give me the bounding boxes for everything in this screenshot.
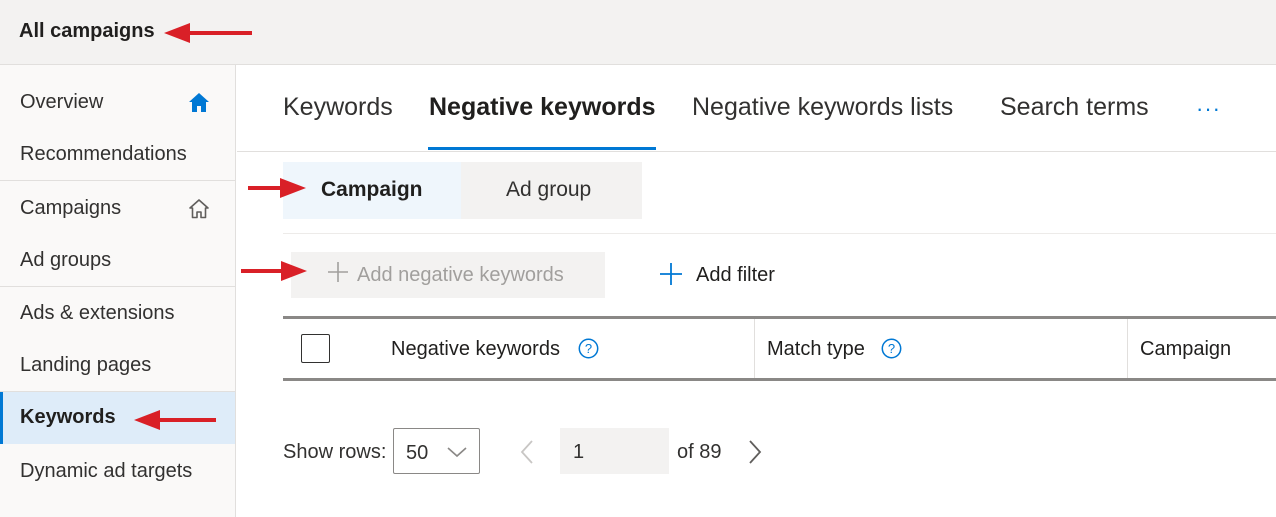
sidebar-divider <box>0 180 235 181</box>
tab-negative-keywords-lists[interactable]: Negative keywords lists <box>692 93 953 122</box>
column-header-match-type[interactable]: Match type <box>767 338 865 361</box>
page-number-input[interactable]: 1 <box>560 428 669 474</box>
home-filled-icon <box>189 93 209 112</box>
sidebar-item-label: Campaigns <box>20 197 122 219</box>
toggle-ad-group-level[interactable]: Ad group <box>461 162 642 219</box>
annotation-arrow-icon <box>248 178 306 198</box>
active-tab-indicator <box>428 147 656 150</box>
tab-search-terms[interactable]: Search terms <box>1000 93 1149 122</box>
table-header-bottom-border <box>283 378 1276 381</box>
sidebar-item-overview[interactable]: Overview <box>0 77 235 129</box>
sidebar-nav: Overview Recommendations Campaigns Ad gr… <box>0 65 236 517</box>
plus-icon <box>328 262 348 282</box>
sidebar-item-label: Recommendations <box>20 143 187 165</box>
plus-icon <box>660 263 682 285</box>
rows-per-page-value: 50 <box>406 442 429 464</box>
add-negative-keywords-button[interactable]: Add negative keywords <box>291 252 605 298</box>
total-pages-label: of 89 <box>677 441 722 463</box>
sidebar-item-ads-extensions[interactable]: Ads & extensions <box>0 288 235 340</box>
account-scope-title[interactable]: All campaigns <box>19 20 155 43</box>
column-divider[interactable] <box>754 319 755 378</box>
sidebar-item-recommendations[interactable]: Recommendations <box>0 129 235 181</box>
annotation-arrow-icon <box>134 410 216 430</box>
page-number-value: 1 <box>573 441 585 463</box>
chevron-right-icon[interactable] <box>745 438 765 466</box>
toggle-label: Campaign <box>321 178 423 201</box>
show-rows-label: Show rows: <box>283 441 387 463</box>
help-icon[interactable]: ? <box>578 338 599 359</box>
sidebar-item-label: Keywords <box>20 406 116 428</box>
column-header-negative-keywords[interactable]: Negative keywords <box>391 338 560 361</box>
tab-negative-keywords[interactable]: Negative keywords <box>429 93 656 122</box>
chevron-down-icon <box>447 447 467 458</box>
home-outline-icon <box>189 199 209 219</box>
sidebar-item-label: Ads & extensions <box>20 302 175 324</box>
sidebar-item-dynamic-ad-targets[interactable]: Dynamic ad targets <box>0 446 235 498</box>
tabs-divider <box>237 151 1276 152</box>
svg-text:?: ? <box>585 341 592 356</box>
tab-keywords[interactable]: Keywords <box>283 93 393 122</box>
section-divider <box>283 233 1276 234</box>
sidebar-item-campaigns[interactable]: Campaigns <box>0 183 235 235</box>
add-filter-button[interactable]: Add filter <box>655 252 805 298</box>
sidebar-item-label: Landing pages <box>20 354 152 376</box>
annotation-arrow-icon <box>164 23 252 43</box>
button-label: Add filter <box>696 264 775 286</box>
help-icon[interactable]: ? <box>881 338 902 359</box>
sidebar-item-label: Overview <box>20 91 104 113</box>
chevron-left-icon[interactable] <box>517 438 537 466</box>
toggle-label: Ad group <box>506 178 592 201</box>
sidebar-item-ad-groups[interactable]: Ad groups <box>0 235 235 287</box>
button-label: Add negative keywords <box>357 264 564 286</box>
sidebar-item-label: Dynamic ad targets <box>20 460 193 482</box>
rows-per-page-select[interactable]: 50 <box>393 428 480 474</box>
sidebar-divider <box>0 286 235 287</box>
toggle-campaign-level[interactable]: Campaign <box>283 162 461 219</box>
annotation-arrow-icon <box>241 261 307 281</box>
select-all-checkbox[interactable] <box>301 334 330 363</box>
sidebar-item-landing-pages[interactable]: Landing pages <box>0 340 235 392</box>
svg-text:?: ? <box>888 341 895 356</box>
column-header-campaign[interactable]: Campaign <box>1140 338 1231 361</box>
more-tabs-icon[interactable]: ··· <box>1196 96 1221 122</box>
sidebar-item-label: Ad groups <box>20 249 112 271</box>
column-divider[interactable] <box>1127 319 1128 378</box>
